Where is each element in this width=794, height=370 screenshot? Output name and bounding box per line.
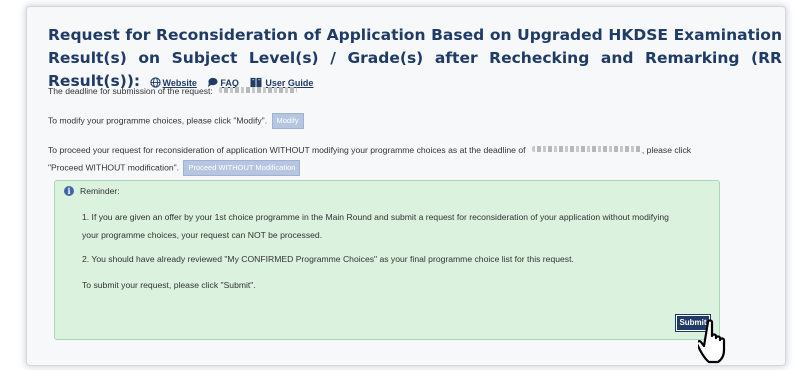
deadline-value-redacted: [219, 87, 298, 93]
deadline-date-redacted: [531, 146, 642, 152]
hand-pointer-icon: [698, 319, 726, 364]
reminder-heading: Reminder:: [80, 186, 120, 196]
proceed-line: To proceed your request for reconsiderat…: [48, 143, 768, 157]
deadline-line: The deadline for submission of the reque…: [48, 84, 298, 98]
reminder-item-1: 1. If you are given an offer by your 1st…: [82, 210, 714, 242]
proceed-without-modification-button[interactable]: Proceed WITHOUT Modification: [183, 160, 301, 176]
proceed-instruction-end: , please click: [641, 145, 692, 155]
reminder-item-2: 2. You should have already reviewed "My …: [82, 254, 574, 264]
proceed-instruction-quote: "Proceed WITHOUT modification".: [48, 162, 180, 173]
info-icon: i: [64, 186, 74, 196]
modify-instruction: To modify your programme choices, please…: [48, 115, 268, 126]
modify-line: To modify your programme choices, please…: [48, 113, 304, 129]
reminder-item-1-line-2: your programme choices, your request can…: [82, 230, 323, 240]
submit-instruction: To submit your request, please click "Su…: [82, 280, 256, 290]
reminder-item-1-line-1: 1. If you are given an offer by your 1st…: [82, 212, 669, 222]
proceed-line-2: "Proceed WITHOUT modification". Proceed …: [48, 160, 301, 176]
deadline-label: The deadline for submission of the reque…: [48, 86, 213, 96]
proceed-instruction: To proceed your request for reconsiderat…: [48, 145, 526, 155]
modify-button[interactable]: Modify: [271, 113, 304, 129]
